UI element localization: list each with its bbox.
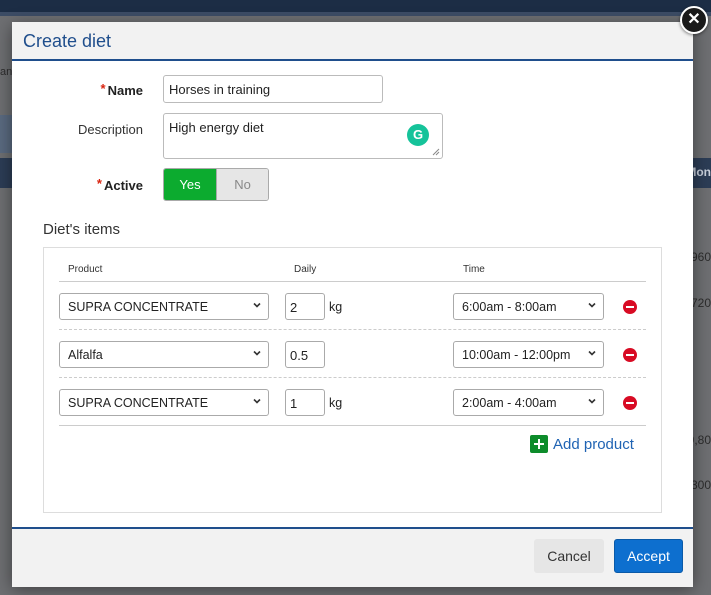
active-yes-option[interactable]: Yes xyxy=(164,169,216,200)
remove-item-icon[interactable] xyxy=(623,300,637,314)
time-select-value: 2:00am - 4:00am xyxy=(462,396,557,410)
add-product-label: Add product xyxy=(553,435,634,453)
background-cell: 960 xyxy=(690,250,711,264)
time-select-value: 6:00am - 8:00am xyxy=(462,300,557,314)
required-marker: * xyxy=(96,176,102,191)
time-select[interactable]: 10:00am - 12:00pm xyxy=(453,341,604,368)
chevron-down-icon xyxy=(588,350,596,356)
product-select-value: Alfalfa xyxy=(68,348,103,362)
time-select[interactable]: 2:00am - 4:00am xyxy=(453,389,604,416)
header-divider xyxy=(59,281,646,282)
background-cell: 720 xyxy=(690,296,711,310)
row-divider xyxy=(59,329,646,330)
grammarly-icon[interactable]: G xyxy=(407,124,429,146)
unit-label: kg xyxy=(329,396,343,410)
resize-grip-icon[interactable] xyxy=(432,148,440,156)
active-no-option[interactable]: No xyxy=(216,169,268,200)
active-label: * Active xyxy=(53,176,143,193)
add-product-button[interactable]: Add product xyxy=(530,435,634,453)
active-label-text: Active xyxy=(103,178,143,193)
description-value: High energy diet xyxy=(169,120,264,135)
remove-item-icon[interactable] xyxy=(623,348,637,362)
chevron-down-icon xyxy=(588,398,596,404)
dialog-header: Create diet xyxy=(12,22,693,61)
name-label-text: Name xyxy=(107,83,143,98)
chevron-down-icon xyxy=(253,398,261,404)
create-diet-dialog: Create diet * Name Horses in training Des… xyxy=(12,22,693,587)
product-select[interactable]: SUPRA CONCENTRATE xyxy=(59,389,269,416)
background-cell: 300 xyxy=(690,478,711,492)
column-time: Time xyxy=(463,264,485,275)
description-label: Description xyxy=(77,122,143,137)
product-select[interactable]: SUPRA CONCENTRATE xyxy=(59,293,269,320)
quantity-input[interactable]: 0.5 xyxy=(285,341,325,368)
add-icon xyxy=(530,435,548,453)
cancel-button[interactable]: Cancel xyxy=(534,539,604,573)
product-select-value: SUPRA CONCENTRATE xyxy=(68,396,209,410)
diet-items-heading: Diet's items xyxy=(43,221,121,238)
chevron-down-icon xyxy=(253,302,261,308)
rows-end-divider xyxy=(59,425,646,426)
name-label: * Name xyxy=(53,81,143,98)
name-input-value: Horses in training xyxy=(169,82,271,97)
background-left-text: an xyxy=(0,66,13,78)
accept-button[interactable]: Accept xyxy=(614,539,683,573)
column-daily: Daily xyxy=(294,264,317,275)
row-divider xyxy=(59,377,646,378)
product-select-value: SUPRA CONCENTRATE xyxy=(68,300,209,314)
product-select[interactable]: Alfalfa xyxy=(59,341,269,368)
required-marker: * xyxy=(100,81,106,96)
close-icon[interactable]: ✕ xyxy=(680,6,708,34)
description-textarea[interactable]: High energy diet G xyxy=(163,113,443,159)
active-toggle[interactable]: Yes No xyxy=(163,168,269,201)
chevron-down-icon xyxy=(253,350,261,356)
diet-items-panel: Product Daily Time SUPRA CONCENTRATE 2 k… xyxy=(43,247,662,513)
quantity-input[interactable]: 1 xyxy=(285,389,325,416)
dialog-title: Create diet xyxy=(23,31,112,51)
name-input[interactable]: Horses in training xyxy=(163,75,383,103)
quantity-input[interactable]: 2 xyxy=(285,293,325,320)
dialog-footer: Cancel Accept xyxy=(12,527,693,587)
time-select-value: 10:00am - 12:00pm xyxy=(462,348,571,362)
unit-label: kg xyxy=(329,300,343,314)
background-topbar xyxy=(0,0,711,12)
time-select[interactable]: 6:00am - 8:00am xyxy=(453,293,604,320)
background-strip xyxy=(0,12,711,16)
chevron-down-icon xyxy=(588,302,596,308)
remove-item-icon[interactable] xyxy=(623,396,637,410)
background-band xyxy=(0,115,12,153)
column-product: Product xyxy=(68,264,103,275)
